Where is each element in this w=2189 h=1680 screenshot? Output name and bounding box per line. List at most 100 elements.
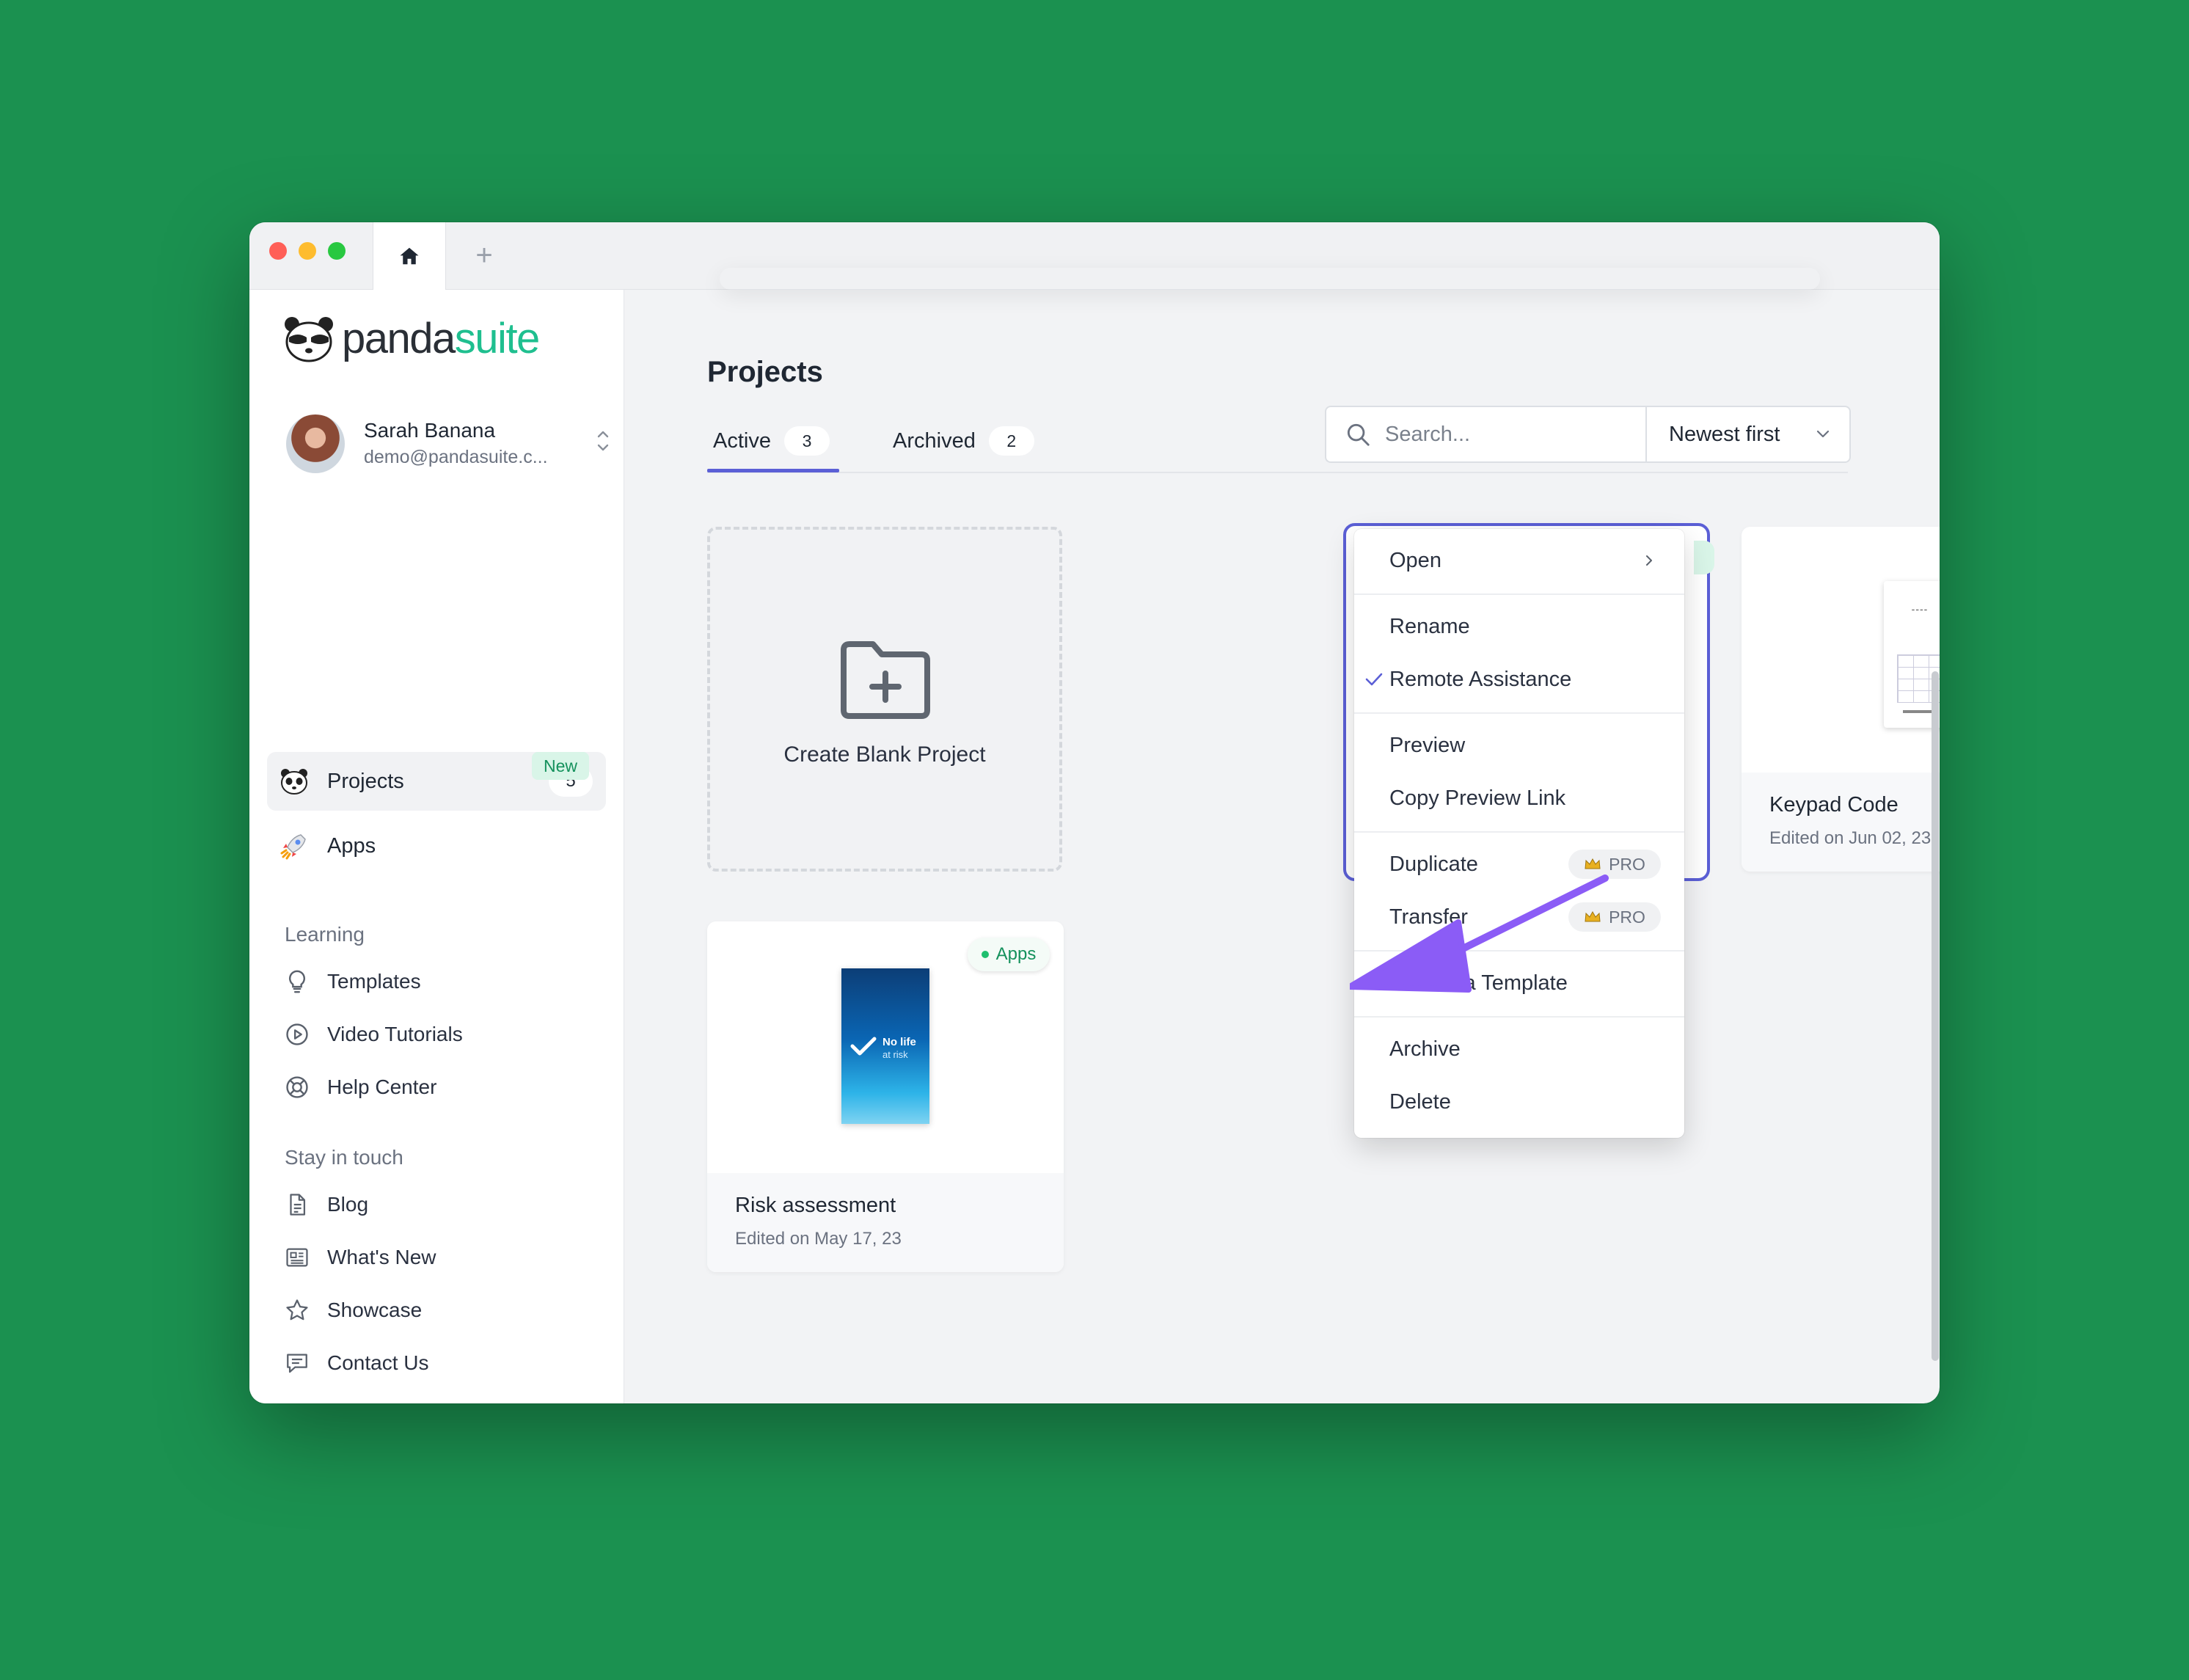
header-shadow: [720, 268, 1820, 290]
checkmark-icon: [1365, 673, 1383, 686]
keypad-display: ----: [1911, 603, 1929, 615]
sidebar-item-video-tutorials[interactable]: Video Tutorials: [285, 1022, 463, 1047]
tab-archived-count: 2: [988, 426, 1034, 456]
sort-dropdown-label: Newest first: [1669, 422, 1780, 446]
new-badge: New: [532, 752, 589, 780]
sidebar-item-video-tutorials-label: Video Tutorials: [327, 1023, 463, 1045]
sidebar: pandasuite Sarah Banana demo@pandasuite.…: [249, 290, 624, 1403]
panda-logo-icon: [285, 317, 333, 362]
menu-item-open-label: Open: [1389, 548, 1441, 572]
sidebar-item-showcase-label: Showcase: [327, 1299, 423, 1321]
sidebar-item-projects-content[interactable]: Projects: [279, 766, 404, 797]
tab-archived[interactable]: Archived 2: [893, 426, 1034, 456]
card-edited-date: Edited on Jun 02, 23: [1769, 828, 1932, 848]
menu-item-copy-preview-link[interactable]: Copy Preview Link: [1354, 773, 1684, 824]
menu-item-copy-preview-link-label: Copy Preview Link: [1389, 786, 1566, 810]
close-window-button[interactable]: [269, 242, 287, 260]
star-icon: [286, 1299, 308, 1321]
sidebar-item-templates-label: Templates: [327, 970, 421, 993]
menu-separator: [1354, 1016, 1684, 1018]
lightbulb-icon: [288, 970, 306, 993]
search-input[interactable]: [1384, 421, 1629, 448]
create-blank-project-card[interactable]: Create Blank Project: [707, 527, 1062, 872]
menu-item-archive-label: Archive: [1389, 1037, 1461, 1061]
card-title: Risk assessment: [735, 1194, 896, 1217]
menu-item-remote-assistance-label: Remote Assistance: [1389, 667, 1572, 691]
sidebar-item-whats-new[interactable]: What's New: [285, 1245, 436, 1270]
menu-item-open[interactable]: Open: [1354, 535, 1684, 586]
play-circle-icon: [286, 1023, 308, 1045]
sidebar-item-contact-us[interactable]: Contact Us: [285, 1351, 429, 1376]
chat-bubble-icon: [287, 1354, 307, 1373]
search-box[interactable]: [1325, 406, 1646, 463]
menu-item-remote-assistance[interactable]: Remote Assistance: [1354, 654, 1684, 705]
project-card-risk-assessment[interactable]: No life at risk Apps Risk assessment Edi…: [707, 921, 1064, 1272]
sidebar-item-apps-label: Apps: [327, 833, 376, 858]
active-tab-indicator: [707, 469, 839, 472]
apps-badge-label: Apps: [995, 944, 1037, 964]
rocket-icon: [280, 834, 306, 860]
tab-active-count: 3: [783, 426, 830, 456]
card-edited-date: Edited on May 17, 23: [735, 1229, 902, 1249]
tab-active-label: Active: [713, 428, 771, 453]
menu-item-delete-label: Delete: [1389, 1089, 1451, 1114]
sidebar-item-contact-us-label: Contact Us: [327, 1351, 429, 1374]
apps-badge: Apps: [968, 938, 1050, 971]
maximize-window-button[interactable]: [328, 242, 346, 260]
folder-plus-icon: [841, 641, 930, 719]
tab-home[interactable]: [373, 222, 446, 290]
risk-thumbnail: No life at risk: [841, 968, 929, 1124]
pro-badge-label: PRO: [1609, 907, 1645, 927]
menu-separator: [1354, 712, 1684, 714]
newspaper-icon: [286, 1248, 308, 1267]
sidebar-item-templates[interactable]: Templates: [285, 969, 421, 994]
apps-status-dot: [981, 951, 989, 958]
chevron-down-icon: [1816, 430, 1830, 438]
sidebar-item-whats-new-label: What's New: [327, 1246, 436, 1268]
sidebar-item-blog-label: Blog: [327, 1193, 369, 1216]
checkmark-icon: [850, 1037, 877, 1056]
sidebar-item-projects-label: Projects: [327, 769, 404, 793]
panda-icon: [281, 769, 307, 795]
page-title: Projects: [707, 356, 823, 388]
home-icon: [400, 247, 419, 265]
menu-item-rename-label: Rename: [1389, 614, 1470, 638]
stay-in-touch-heading: Stay in touch: [285, 1146, 403, 1169]
menu-separator: [1354, 594, 1684, 595]
card-footer: Risk assessment Edited on May 17, 23: [707, 1173, 1064, 1272]
minimize-window-button[interactable]: [299, 242, 316, 260]
pro-badge-label: PRO: [1609, 854, 1645, 874]
project-card-keypad-code[interactable]: ---- Keypad Code Edited on Jun 02, 23: [1742, 527, 1940, 872]
thumbnail-text-1: No life: [882, 1036, 916, 1048]
brand-name: pandasuite: [342, 315, 540, 362]
sidebar-item-apps[interactable]: Apps: [279, 830, 376, 861]
thumbnail-text-2: at risk: [882, 1049, 908, 1060]
pandasuite-logo[interactable]: pandasuite: [283, 313, 540, 365]
create-blank-project-label: Create Blank Project: [783, 742, 986, 767]
menu-item-preview-label: Preview: [1389, 733, 1466, 757]
menu-item-archive[interactable]: Archive: [1354, 1023, 1684, 1075]
tab-active[interactable]: Active 3: [713, 426, 830, 456]
tabs-divider: [707, 472, 1848, 473]
menu-item-rename[interactable]: Rename: [1354, 601, 1684, 652]
chevron-up-down-icon: [597, 431, 609, 451]
app-window: + pandasuite Sarah Banana demo@pandasuit…: [249, 222, 1940, 1403]
annotation-arrow: [1350, 874, 1609, 993]
main-content: Projects Active 3 Archived 2 Newest firs…: [624, 290, 1940, 1403]
user-name: Sarah Banana: [364, 419, 496, 442]
card-title: Keypad Code: [1769, 793, 1899, 817]
sort-dropdown[interactable]: Newest first: [1645, 406, 1851, 463]
project-context-menu: Open Rename Remote Assistance Preview Co: [1354, 529, 1684, 1138]
sidebar-item-showcase[interactable]: Showcase: [285, 1298, 422, 1323]
sidebar-item-blog[interactable]: Blog: [285, 1192, 368, 1217]
sidebar-item-help-center[interactable]: Help Center: [285, 1075, 436, 1100]
lifebuoy-icon: [286, 1076, 308, 1098]
new-tab-button[interactable]: +: [455, 222, 514, 289]
user-switcher[interactable]: Sarah Banana demo@pandasuite.c...: [286, 414, 609, 476]
menu-item-preview[interactable]: Preview: [1354, 720, 1684, 771]
menu-item-delete[interactable]: Delete: [1354, 1076, 1684, 1128]
scrollbar[interactable]: [1932, 671, 1939, 1361]
avatar: [286, 414, 345, 473]
search-icon: [1347, 423, 1370, 446]
tab-archived-label: Archived: [893, 428, 976, 453]
